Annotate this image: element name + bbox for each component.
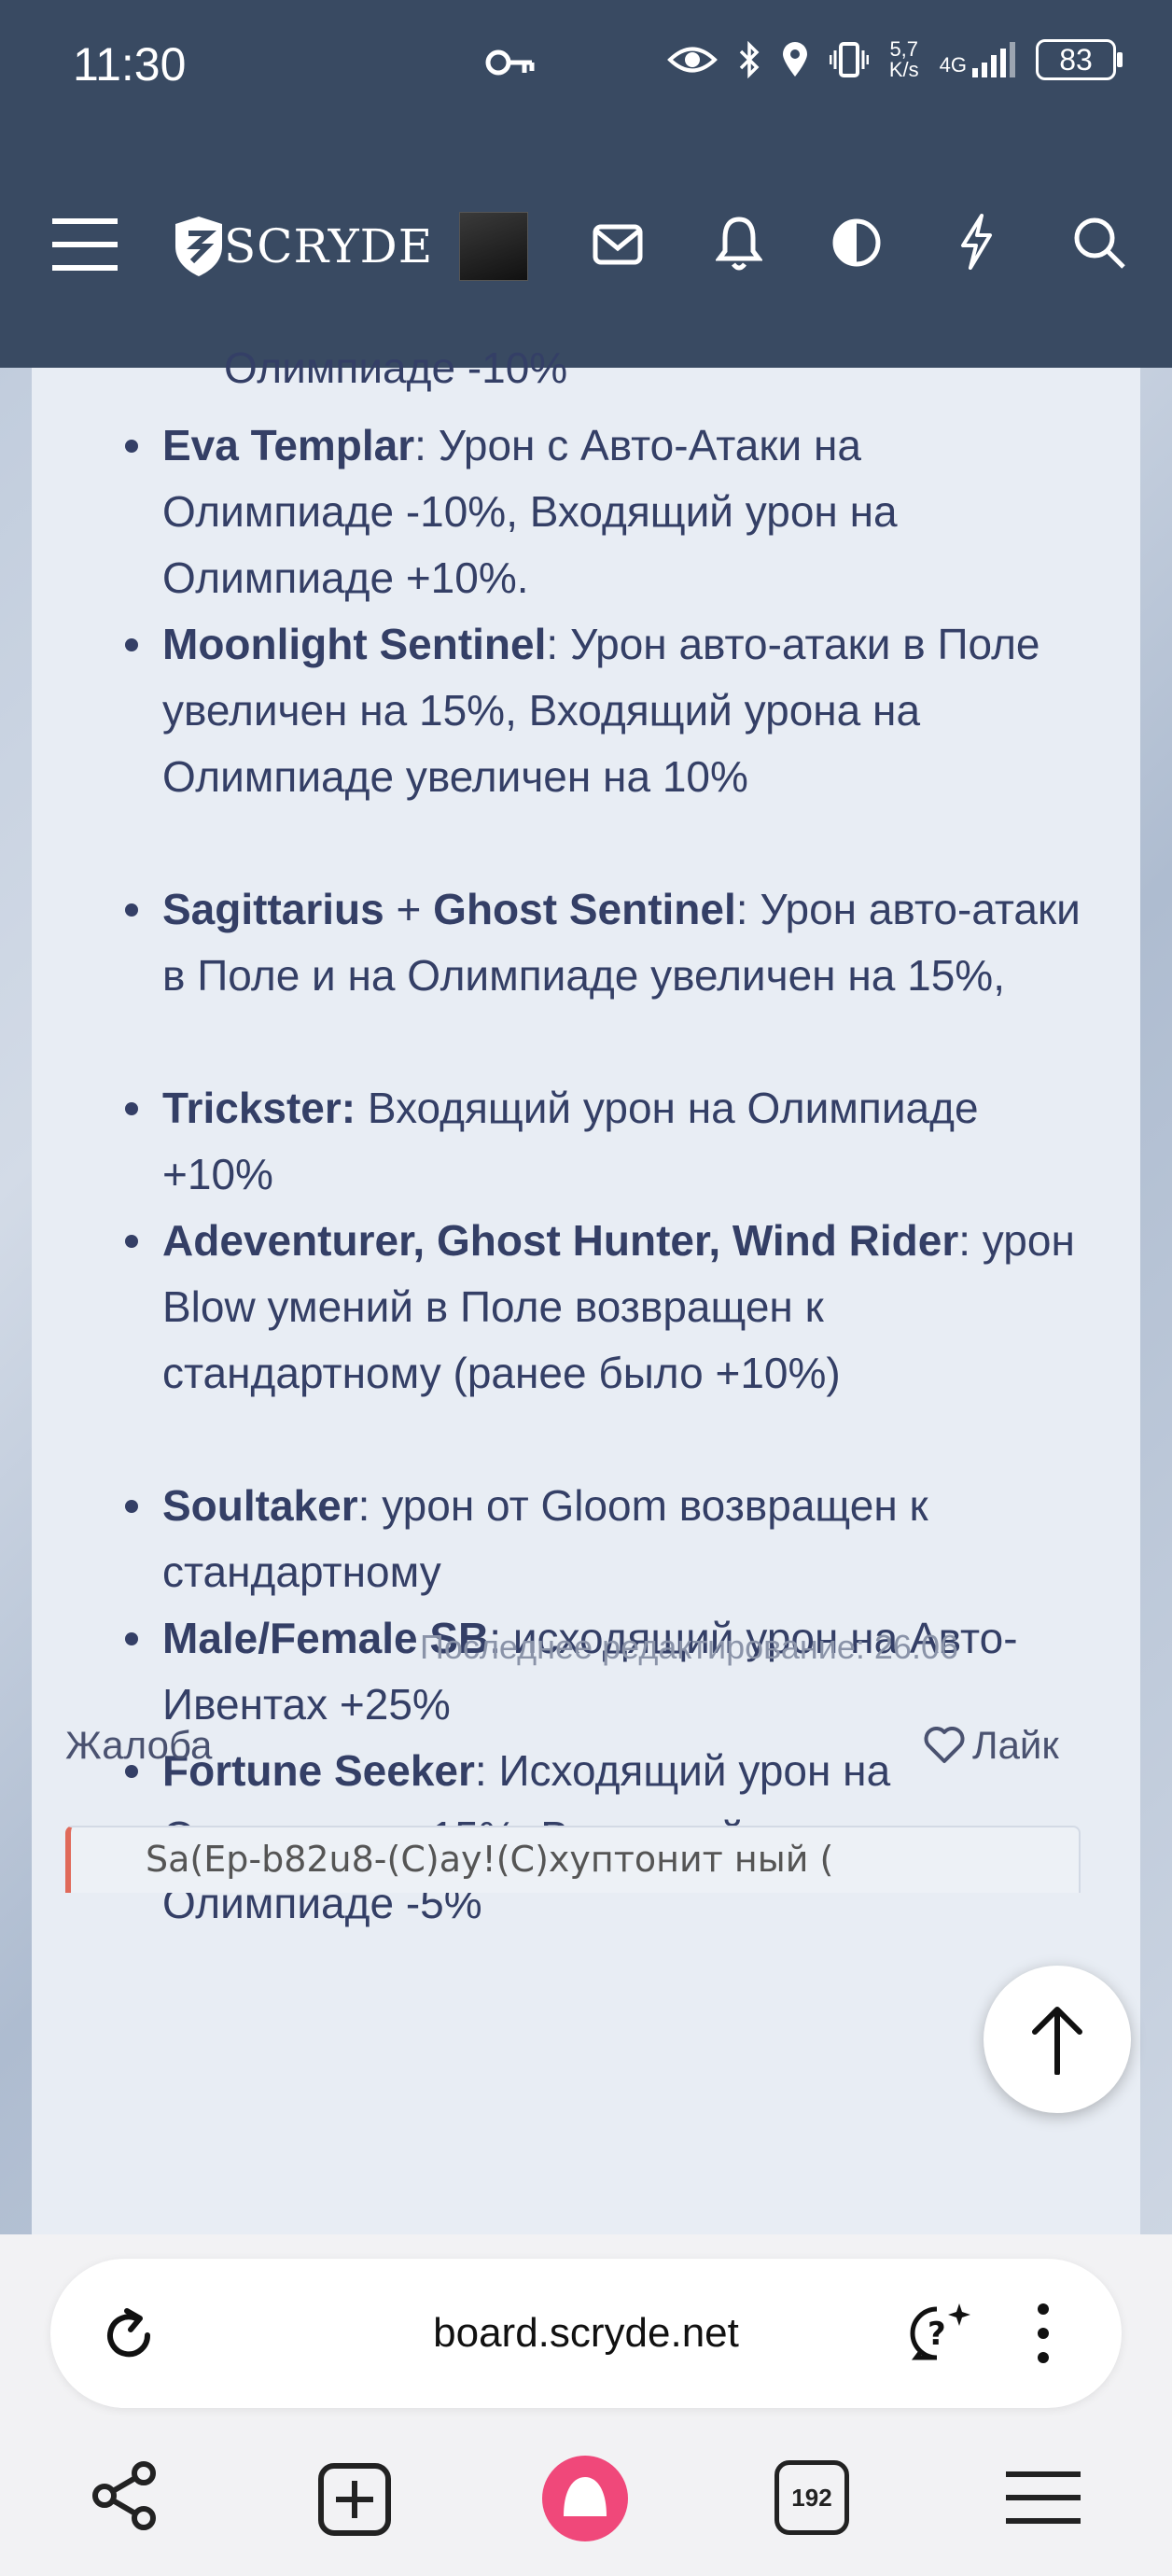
ai-question-icon: ? (910, 2303, 970, 2360)
user-avatar[interactable] (459, 212, 528, 281)
status-time: 11:30 (73, 38, 187, 91)
reload-icon (107, 2308, 151, 2358)
class-name: Sagittarius (162, 885, 384, 933)
theme-toggle-button[interactable] (830, 217, 883, 269)
bullet (125, 440, 138, 453)
bullet (125, 638, 138, 651)
search-button[interactable] (1071, 215, 1127, 271)
network-type: 4G (939, 53, 967, 77)
list-item: Adeventurer, Ghost Hunter, Wind Rider: у… (125, 1208, 1095, 1473)
assistant-button[interactable]: ? (905, 2300, 976, 2374)
class-name: Moonlight Sentinel (162, 620, 547, 668)
browser-hamburger-button[interactable] (1004, 2470, 1082, 2526)
bell-icon (716, 217, 762, 271)
class-name: Trickster: (162, 1084, 356, 1132)
signal-group: 4G (940, 42, 1015, 77)
logo-text: SCRYDE (224, 219, 434, 273)
next-post-preview[interactable]: Sa(Ep-b82u8-(C)ay!(C)хуптонит ный ( (65, 1826, 1081, 1893)
plus-square-icon (318, 2463, 391, 2536)
class-name: Eva Templar (162, 421, 415, 469)
status-bar: 11:30 5,7 K/s 4G 83 (0, 0, 1172, 140)
menu-button[interactable] (50, 215, 119, 274)
bullet (125, 1235, 138, 1248)
list-item: Moonlight Sentinel: Урон авто-атаки в По… (125, 611, 1095, 876)
arrow-up-icon (1032, 2007, 1082, 2075)
list-item: Trickster: Входящий урон на Олимпиаде +1… (125, 1075, 1095, 1208)
class-name-2: Ghost Sentinel (433, 885, 736, 933)
signal-icon (972, 42, 1015, 77)
eye-icon (666, 47, 718, 73)
lightning-icon (961, 214, 992, 270)
last-edit-text[interactable]: Последнее редактирование: 26.06 (420, 1628, 958, 1667)
status-icons: 5,7 K/s 4G 83 (666, 39, 1123, 80)
tabs-button[interactable]: 192 (774, 2460, 849, 2535)
bullet (125, 1632, 138, 1645)
reload-button[interactable] (99, 2305, 159, 2369)
like-label: Лайк (972, 1723, 1059, 1767)
contrast-icon (832, 218, 881, 267)
hamburger-icon (1006, 2471, 1081, 2524)
new-tab-button[interactable] (317, 2462, 392, 2537)
bullet (125, 1500, 138, 1513)
site-logo[interactable]: SCRYDE (174, 211, 433, 282)
joiner: + (384, 885, 434, 933)
bullet (125, 903, 138, 917)
alice-assistant-icon (542, 2456, 628, 2541)
menu-icon (52, 218, 118, 271)
notifications-button[interactable] (713, 215, 765, 273)
key-icon (485, 47, 536, 82)
svg-text:?: ? (928, 2316, 946, 2353)
list-item: Male/Female SB: исходящий урон на Авто-И… (125, 1605, 1095, 1738)
vibrate-icon (829, 42, 869, 77)
list-item: Sagittarius + Ghost Sentinel: Урон авто-… (125, 876, 1095, 1075)
location-icon (782, 42, 807, 77)
shield-logo-icon (175, 217, 222, 276)
net-speed-value: 5,7 (889, 37, 919, 61)
net-speed: 5,7 K/s (889, 39, 919, 80)
list-item: Soultaker: урон от Gloom возвращен к ста… (125, 1473, 1095, 1605)
messages-button[interactable] (592, 218, 644, 271)
url-bar[interactable]: board.scryde.net ? (50, 2259, 1122, 2408)
share-icon (92, 2461, 156, 2530)
search-icon (1074, 217, 1125, 269)
whats-new-button[interactable] (956, 213, 997, 271)
scroll-to-top-button[interactable] (984, 1966, 1131, 2113)
net-speed-unit: K/s (888, 58, 919, 81)
browser-menu-button[interactable] (1034, 2302, 1053, 2369)
more-vertical-icon (1038, 2303, 1049, 2363)
list-item: Eva Templar: Урон с Авто-Атаки на Олимпи… (125, 413, 1095, 611)
like-button[interactable]: Лайк (924, 1723, 1059, 1768)
post-card: Олимпиаде -10% Eva Templar: Урон с Авто-… (32, 343, 1140, 2259)
mail-icon (593, 224, 643, 265)
report-link[interactable]: Жалоба (65, 1723, 212, 1768)
battery-indicator: 83 (1036, 39, 1123, 80)
bullet (125, 1102, 138, 1115)
bluetooth-icon (739, 41, 760, 78)
class-name: Adeventurer, Ghost Hunter, Wind Rider (162, 1216, 959, 1265)
next-post-text: Sa(Ep-b82u8-(C)ay!(C)хуптонит ный ( (146, 1839, 834, 1880)
tab-count: 192 (774, 2460, 849, 2535)
share-button[interactable] (90, 2460, 160, 2531)
site-header: SCRYDE (0, 140, 1172, 368)
post-cut-line: Олимпиаде -10% (224, 343, 568, 392)
heart-icon (924, 1727, 965, 1763)
class-name: Soultaker (162, 1481, 358, 1530)
assistant-home-button[interactable] (541, 2455, 629, 2542)
